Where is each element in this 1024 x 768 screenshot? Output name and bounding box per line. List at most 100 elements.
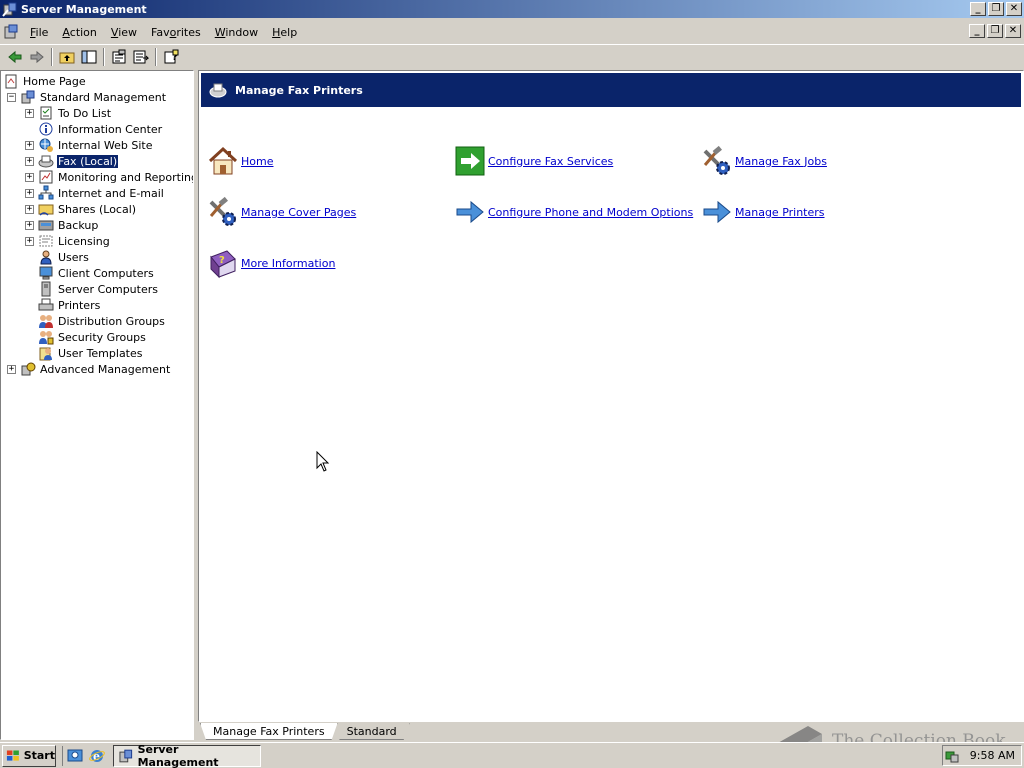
folder-up-icon: [59, 52, 75, 63]
show-hide-tree-button[interactable]: [78, 46, 100, 68]
tree-item-monitoring-and-reporting[interactable]: + Monitoring and Reporting: [25, 169, 193, 185]
forward-button[interactable]: [26, 46, 48, 68]
home-link[interactable]: Home: [241, 155, 273, 168]
task-home[interactable]: Home: [207, 145, 273, 177]
menu-favorites[interactable]: Favorites: [144, 24, 208, 41]
tree-item-security-groups[interactable]: Security Groups: [38, 329, 147, 345]
taskpad-title: Manage Fax Printers: [235, 83, 363, 97]
menu-file[interactable]: File: [23, 24, 55, 41]
tree-item-advanced-management[interactable]: + Advanced Management: [7, 361, 171, 377]
task-more-information[interactable]: ? More Information: [207, 247, 335, 279]
user-icon: [40, 250, 52, 265]
expand-toggle[interactable]: +: [25, 204, 34, 214]
tree-item-information-center[interactable]: Information Center: [38, 121, 163, 137]
internal-web-site-icon: [39, 138, 53, 152]
tree-item-fax-local[interactable]: + Fax (Local): [25, 153, 120, 169]
configure-fax-services-link[interactable]: Configure Fax Services: [488, 155, 613, 168]
manage-fax-jobs-link[interactable]: Manage Fax Jobs: [735, 155, 827, 168]
expand-toggle[interactable]: +: [25, 188, 34, 198]
more-information-link[interactable]: More Information: [241, 257, 335, 270]
task-manage-printers[interactable]: Manage Printers: [701, 196, 825, 228]
licensing-icon: [39, 235, 53, 247]
task-manage-cover-pages[interactable]: Manage Cover Pages: [207, 196, 356, 228]
monitoring-icon: [39, 170, 53, 184]
expand-toggle[interactable]: +: [25, 108, 34, 118]
taskbar: Start e Server Management 9:58 AM: [0, 742, 1024, 768]
child-restore-button[interactable]: ❐: [987, 24, 1003, 38]
clock[interactable]: 9:58 AM: [970, 749, 1015, 762]
tree-item-client-computers[interactable]: Client Computers: [38, 265, 155, 281]
taskpad-view: Manage Fax Printers Home Configure Fax S…: [198, 70, 1024, 722]
collapse-toggle[interactable]: −: [7, 92, 16, 102]
internet-explorer-icon[interactable]: e: [89, 748, 105, 764]
tree-item-to-do-list[interactable]: + To Do List: [25, 105, 112, 121]
green-arrow-icon: [455, 146, 485, 176]
tree-item-users[interactable]: Users: [38, 249, 90, 265]
child-minimize-button[interactable]: _: [969, 24, 985, 38]
shared-folder-icon: [38, 204, 54, 216]
console-tree[interactable]: Home Page − Standard Management + To Do …: [0, 70, 194, 740]
tree-item-printers[interactable]: Printers: [38, 297, 101, 313]
tree-item-home-page[interactable]: Home Page: [3, 73, 87, 89]
forward-arrow-icon: [30, 50, 44, 63]
tab-standard[interactable]: Standard: [334, 723, 410, 740]
tree-item-user-templates[interactable]: User Templates: [38, 345, 144, 361]
tree-item-backup[interactable]: + Backup: [25, 217, 99, 233]
menu-window[interactable]: Window: [208, 24, 265, 41]
mmc-document-icon[interactable]: [3, 24, 19, 40]
up-one-level-button[interactable]: [56, 46, 78, 68]
fax-printer-icon: [209, 83, 227, 98]
close-button[interactable]: ✕: [1006, 2, 1022, 16]
tree-item-internet-and-email[interactable]: + Internet and E-mail: [25, 185, 165, 201]
standard-management-icon: [21, 90, 35, 104]
tree-item-shares-local[interactable]: + Shares (Local): [25, 201, 137, 217]
menu-view[interactable]: View: [104, 24, 144, 41]
manage-printers-link[interactable]: Manage Printers: [735, 206, 825, 219]
client-computer-icon: [39, 266, 53, 280]
fax-icon: [38, 155, 54, 168]
tree-item-server-computers[interactable]: Server Computers: [38, 281, 159, 297]
export-list-icon: [133, 50, 149, 63]
toolbar-separator: [51, 47, 53, 66]
menu-action[interactable]: Action: [55, 24, 103, 41]
home-icon: [208, 146, 238, 175]
blue-arrow-icon: [456, 200, 484, 224]
tree-item-licensing[interactable]: + Licensing: [25, 233, 111, 249]
task-manage-fax-jobs[interactable]: Manage Fax Jobs: [701, 145, 827, 177]
export-list-button[interactable]: [130, 46, 152, 68]
tree-item-distribution-groups[interactable]: Distribution Groups: [38, 313, 166, 329]
svg-text:?: ?: [219, 255, 225, 266]
expand-toggle[interactable]: +: [7, 364, 16, 374]
menu-help[interactable]: Help: [265, 24, 304, 41]
expand-toggle[interactable]: +: [25, 156, 34, 166]
task-configure-phone-modem[interactable]: Configure Phone and Modem Options: [454, 196, 693, 228]
restore-button[interactable]: ❐: [988, 2, 1004, 16]
toolbar: ?: [0, 44, 1024, 68]
system-tray: 9:58 AM: [942, 745, 1022, 766]
help-button[interactable]: ?: [160, 46, 182, 68]
tab-manage-fax-printers[interactable]: Manage Fax Printers: [200, 723, 338, 740]
expand-toggle[interactable]: +: [25, 140, 34, 150]
user-template-icon: [39, 347, 52, 361]
manage-cover-pages-link[interactable]: Manage Cover Pages: [241, 206, 356, 219]
expand-toggle[interactable]: +: [25, 220, 34, 230]
backup-icon: [38, 220, 54, 231]
tree-item-internal-web-site[interactable]: + Internal Web Site: [25, 137, 154, 153]
minimize-button[interactable]: _: [970, 2, 986, 16]
title-bar[interactable]: Server Management _ ❐ ✕: [0, 0, 1024, 18]
task-configure-fax-services[interactable]: Configure Fax Services: [454, 145, 613, 177]
show-desktop-icon[interactable]: [67, 748, 83, 764]
internet-email-icon: [38, 185, 54, 200]
taskbar-server-management[interactable]: Server Management: [113, 743, 261, 768]
expand-toggle[interactable]: +: [25, 172, 34, 182]
child-close-button[interactable]: ✕: [1005, 24, 1021, 38]
properties-button[interactable]: [108, 46, 130, 68]
network-status-icon[interactable]: [944, 748, 960, 764]
back-button[interactable]: [4, 46, 26, 68]
security-group-icon: [39, 331, 54, 345]
configure-phone-modem-link[interactable]: Configure Phone and Modem Options: [488, 206, 693, 219]
tree-item-standard-management[interactable]: − Standard Management: [7, 89, 167, 105]
start-button[interactable]: Start: [2, 744, 56, 767]
advanced-management-icon: [21, 362, 36, 376]
expand-toggle[interactable]: +: [25, 236, 34, 246]
